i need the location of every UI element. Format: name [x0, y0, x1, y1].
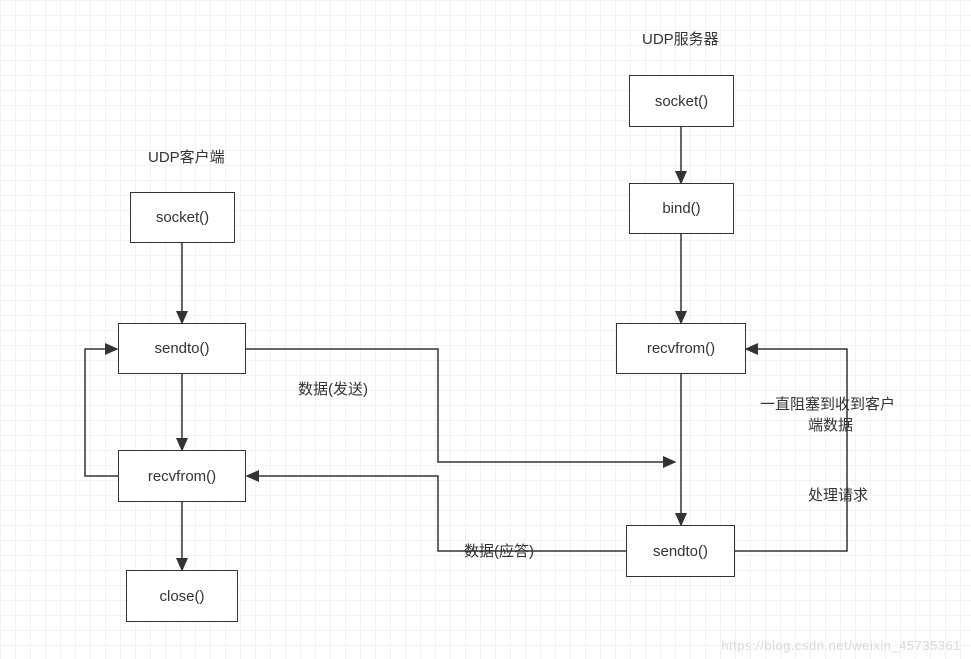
- server-sendto-box: sendto(): [626, 525, 735, 577]
- label-data-send: 数据(发送): [298, 378, 368, 399]
- server-recvfrom-text: recvfrom(): [647, 340, 715, 357]
- client-recvfrom-text: recvfrom(): [148, 468, 216, 485]
- client-sendto-text: sendto(): [154, 340, 209, 357]
- label-handle-request: 处理请求: [808, 484, 868, 505]
- client-socket-box: socket(): [130, 192, 235, 243]
- server-title: UDP服务器: [642, 28, 719, 49]
- server-recvfrom-box: recvfrom(): [616, 323, 746, 374]
- client-close-text: close(): [159, 588, 204, 605]
- client-socket-text: socket(): [156, 209, 209, 226]
- label-data-reply: 数据(应答): [464, 540, 534, 561]
- server-bind-box: bind(): [629, 183, 734, 234]
- label-block-note-line2: 端数据: [808, 414, 853, 435]
- watermark-text: https://blog.csdn.net/weixin_45735361: [721, 638, 961, 653]
- label-block-note-line1: 一直阻塞到收到客户: [760, 393, 895, 414]
- client-recvfrom-box: recvfrom(): [118, 450, 246, 502]
- server-socket-text: socket(): [655, 93, 708, 110]
- server-sendto-text: sendto(): [653, 543, 708, 560]
- client-sendto-box: sendto(): [118, 323, 246, 374]
- client-title: UDP客户端: [148, 146, 225, 167]
- server-bind-text: bind(): [662, 200, 700, 217]
- server-socket-box: socket(): [629, 75, 734, 127]
- client-close-box: close(): [126, 570, 238, 622]
